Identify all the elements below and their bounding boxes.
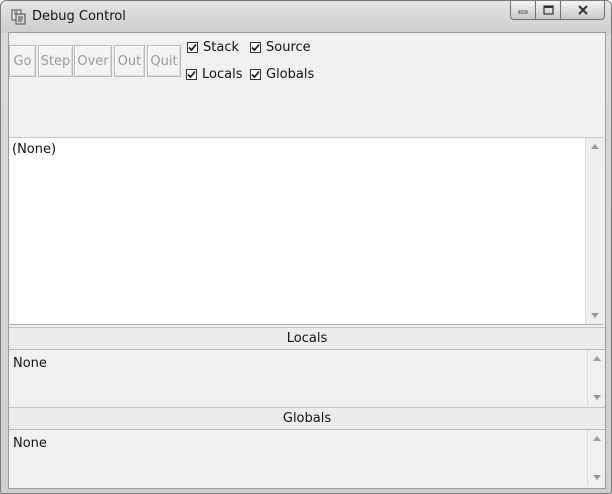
out-button[interactable]: Out <box>114 45 145 77</box>
stack-checkbox-label: Stack <box>203 39 239 55</box>
step-button[interactable]: Step <box>38 45 73 77</box>
quit-button[interactable]: Quit <box>147 45 181 77</box>
arrow-up-icon <box>592 356 601 361</box>
arrow-down-icon <box>590 313 599 318</box>
scroll-up-button[interactable] <box>588 430 605 447</box>
globals-scrollbar[interactable] <box>587 430 605 486</box>
locals-heading: Locals <box>9 327 605 350</box>
source-checkbox-label: Source <box>266 39 311 55</box>
locals-checkbox-label: Locals <box>202 66 243 82</box>
stack-content: (None) <box>12 142 57 157</box>
arrow-down-icon <box>592 475 601 480</box>
close-button[interactable] <box>561 1 605 20</box>
locals-checkbox[interactable]: Locals <box>186 66 242 82</box>
scroll-up-button[interactable] <box>588 350 605 367</box>
client-area: Go Step Over Out Quit Stack Source Local… <box>8 32 606 489</box>
locals-listbox[interactable]: None <box>9 350 605 406</box>
checkmark-icon <box>187 41 198 53</box>
go-button[interactable]: Go <box>9 45 36 77</box>
debug-control-window: Debug Control Go Step Over Out Quit Stac… <box>0 0 612 494</box>
scroll-up-button[interactable] <box>586 138 603 155</box>
locals-scrollbar[interactable] <box>587 350 605 406</box>
scroll-down-button[interactable] <box>588 469 605 486</box>
over-button[interactable]: Over <box>74 45 112 77</box>
locals-content: None <box>13 356 47 371</box>
maximize-button[interactable] <box>536 1 561 20</box>
maximize-icon <box>542 5 554 15</box>
stack-scrollbar[interactable] <box>585 138 603 324</box>
globals-listbox[interactable]: None <box>9 430 605 486</box>
globals-content: None <box>13 436 47 451</box>
scroll-down-button[interactable] <box>588 389 605 406</box>
window-controls <box>510 1 605 21</box>
stack-checkbox[interactable]: Stack <box>187 39 239 55</box>
minimize-button[interactable] <box>510 1 536 20</box>
globals-checkbox[interactable]: Globals <box>250 66 314 82</box>
minimize-icon <box>518 10 528 14</box>
arrow-up-icon <box>592 436 601 441</box>
arrow-up-icon <box>590 144 599 149</box>
checkmark-icon <box>186 68 197 80</box>
stack-listbox[interactable]: (None) <box>10 137 603 325</box>
python-icon <box>11 9 26 25</box>
source-checkbox[interactable]: Source <box>250 39 311 55</box>
window-title: Debug Control <box>32 9 126 24</box>
scroll-down-button[interactable] <box>586 307 603 324</box>
globals-checkbox-label: Globals <box>266 66 315 82</box>
title-bar[interactable]: Debug Control <box>1 1 611 33</box>
close-icon <box>577 5 588 15</box>
checkmark-icon <box>250 41 261 53</box>
globals-heading: Globals <box>9 407 605 430</box>
checkmark-icon <box>250 68 261 80</box>
arrow-down-icon <box>592 395 601 400</box>
